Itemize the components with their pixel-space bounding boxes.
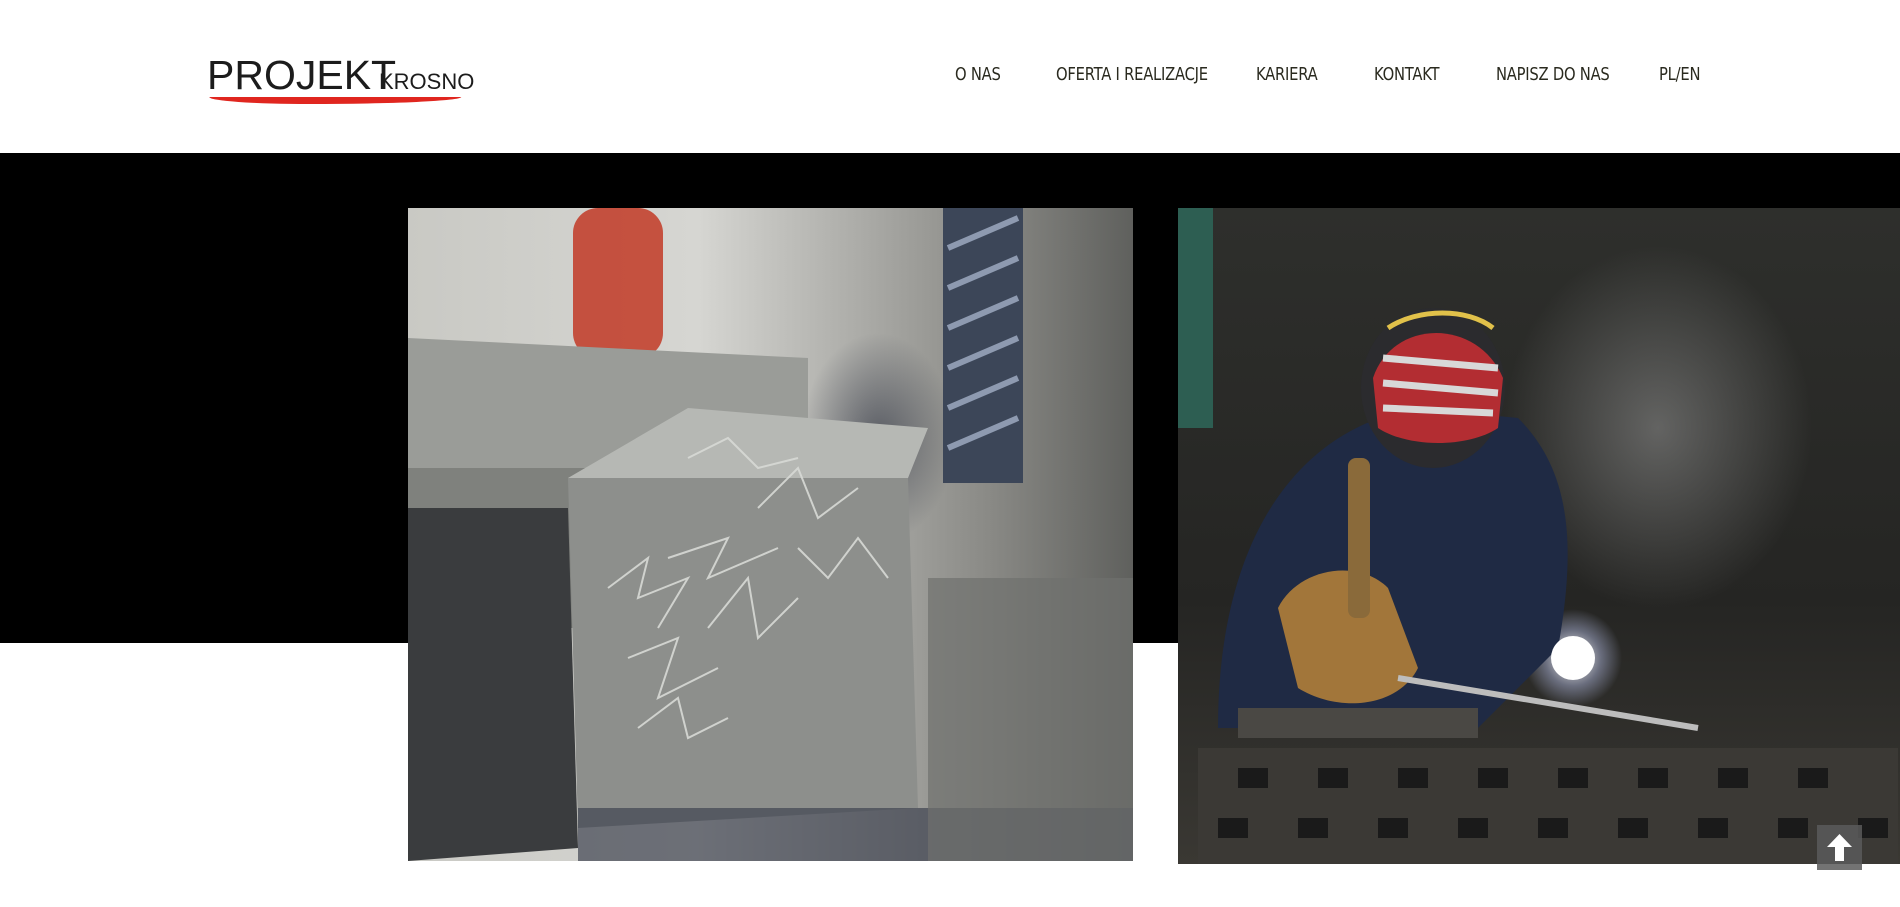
scroll-to-top-button[interactable] bbox=[1817, 825, 1862, 870]
logo-main-text: PROJEKT bbox=[207, 52, 397, 98]
milling-vise-illustration bbox=[408, 208, 1133, 861]
nav-item-language[interactable]: PL/EN bbox=[1659, 64, 1700, 85]
nav-item-oferta[interactable]: OFERTA I REALIZACJE bbox=[1056, 64, 1208, 85]
welder-illustration bbox=[1178, 208, 1898, 864]
nav-item-kontakt[interactable]: KONTAKT bbox=[1374, 64, 1440, 85]
arrow-up-icon bbox=[1827, 834, 1852, 861]
logo[interactable]: PROJEKT KROSNO bbox=[207, 52, 474, 106]
welder-photo bbox=[1178, 208, 1900, 864]
site-header: PROJEKT KROSNO O NAS OFERTA I REALIZACJE… bbox=[0, 0, 1900, 153]
logo-sub-text: KROSNO bbox=[379, 69, 475, 94]
nav-item-napisz-do-nas[interactable]: NAPISZ DO NAS bbox=[1496, 64, 1610, 85]
milling-vise-photo bbox=[408, 208, 1133, 861]
nav-item-kariera[interactable]: KARIERA bbox=[1256, 64, 1318, 85]
logo-underline bbox=[208, 97, 462, 104]
nav-item-o-nas[interactable]: O NAS bbox=[955, 64, 1001, 85]
